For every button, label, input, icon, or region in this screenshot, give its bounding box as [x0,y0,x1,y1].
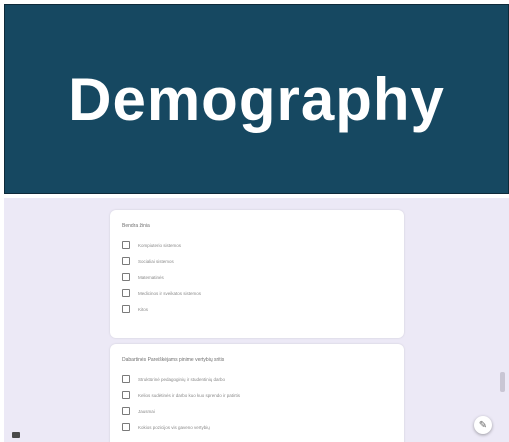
checkbox-option[interactable]: Matematinės [122,269,404,285]
checkbox-option[interactable]: Kompiuterio sistemos [122,237,404,253]
question-card-1: Bendra žinia Kompiuterio sistemos Social… [110,210,404,338]
checkbox[interactable] [122,257,130,265]
header-banner: Demography [4,4,509,194]
checkbox[interactable] [122,423,130,431]
checkbox-option[interactable]: Medicinos ir sveikatos sistemos [122,285,404,301]
checkbox-label: Medicinos ir sveikatos sistemos [138,290,202,296]
checkbox[interactable] [122,407,130,415]
checkbox-label: Jausmai [138,408,155,414]
checkbox-label: Kokios pozicijos vis gaveno vertybių [138,424,210,430]
checkbox[interactable] [122,273,130,281]
pencil-icon[interactable]: ✎ [474,416,492,434]
checkbox-label: Kelios sudėtinės ir darbo kuo kuo sprend… [138,392,241,398]
page-title: Demography [68,65,445,133]
checkbox-option[interactable]: Jausmai [122,403,404,419]
checkbox-option[interactable]: Socialiai sistemos [122,253,404,269]
checkbox-label: Struktūrinė pedagoginių ir studentinių d… [138,376,226,382]
panel-icon[interactable] [12,432,20,438]
checkbox-group: Struktūrinė pedagoginių ir studentinių d… [110,365,404,435]
checkbox[interactable] [122,375,130,383]
checkbox[interactable] [122,391,130,399]
form-area: Bendra žinia Kompiuterio sistemos Social… [4,198,509,442]
checkbox-option[interactable]: Kitos [122,301,404,317]
checkbox-option[interactable]: Kokios pozicijos vis gaveno vertybių [122,419,404,435]
checkbox-group: Kompiuterio sistemos Socialiai sistemos … [110,231,404,317]
checkbox-label: Kompiuterio sistemos [138,242,182,248]
scrollbar[interactable] [500,372,505,392]
checkbox-label: Socialiai sistemos [138,258,174,264]
checkbox[interactable] [122,289,130,297]
question-label: Bendra žinia [122,223,150,229]
checkbox[interactable] [122,305,130,313]
question-card-2: Dabartinės Pareiškėjams pinime vertybių … [110,344,404,442]
checkbox-option[interactable]: Kelios sudėtinės ir darbo kuo kuo sprend… [122,387,404,403]
checkbox[interactable] [122,241,130,249]
question-label: Dabartinės Pareiškėjams pinime vertybių … [122,357,225,363]
checkbox-label: Matematinės [138,274,164,280]
checkbox-label: Kitos [138,306,149,312]
checkbox-option[interactable]: Struktūrinė pedagoginių ir studentinių d… [122,371,404,387]
